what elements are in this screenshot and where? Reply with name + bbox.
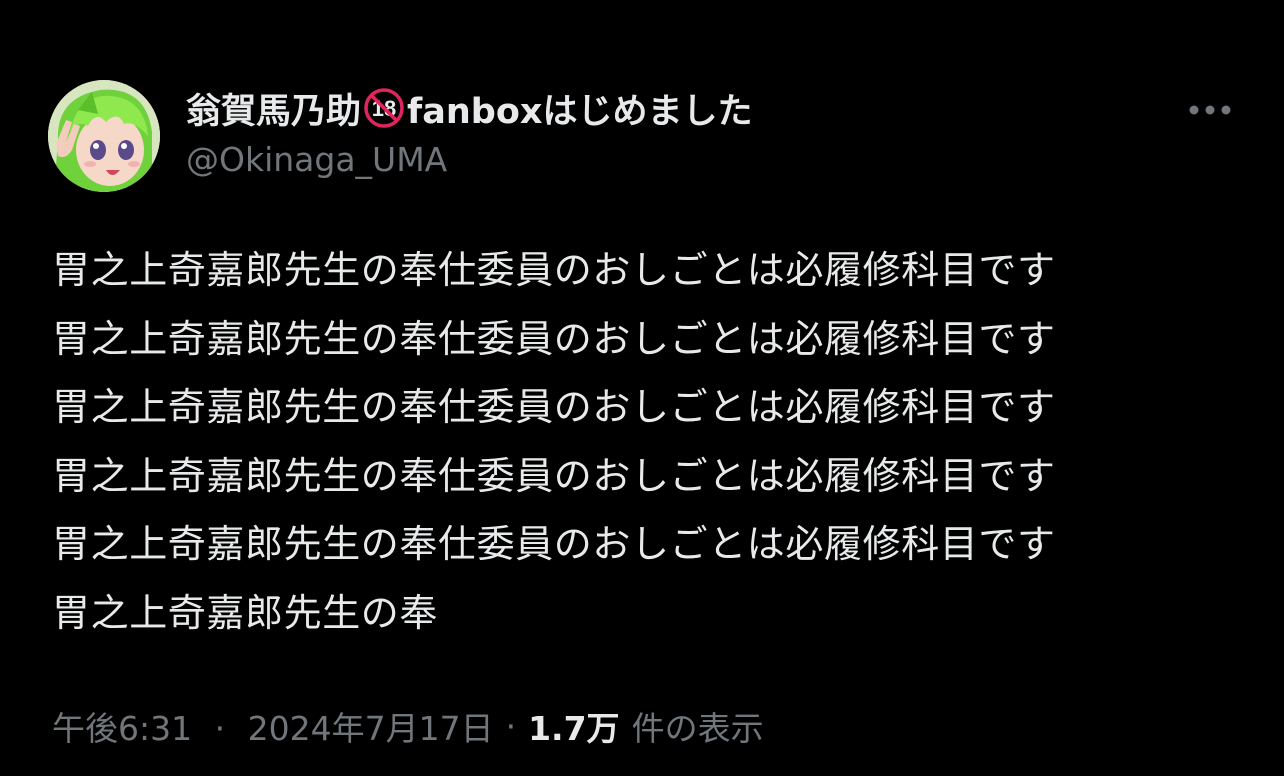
avatar-image [48, 80, 160, 192]
tweet-text-line: 胃之上奇嘉郎先生の奉仕委員のおしごとは必履修科目です [52, 522, 1056, 566]
tweet-text-line: 胃之上奇嘉郎先生の奉仕委員のおしごとは必履修科目です [52, 248, 1056, 292]
tweet-header: 翁賀馬乃助 18 fanboxはじめました @Okinaga_UMA [186, 82, 1204, 179]
tweet-text-line: 胃之上奇嘉郎先生の奉 [52, 590, 439, 635]
user-handle[interactable]: @Okinaga_UMA [186, 140, 1204, 179]
avatar[interactable] [48, 80, 160, 192]
tweet-text: 胃之上奇嘉郎先生の奉仕委員のおしごとは必履修科目です 胃之上奇嘉郎先生の奉仕委員… [52, 236, 1252, 647]
display-name-suffix[interactable]: fanboxはじめました [407, 83, 752, 134]
views-count[interactable]: 1.7万 [528, 702, 619, 750]
post-date: 2024年7月17日 [247, 709, 494, 748]
tweet-text-line: 胃之上奇嘉郎先生の奉仕委員のおしごとは必履修科目です [52, 453, 1056, 498]
no-under-18-icon: 18 [363, 87, 405, 129]
tweet-text-line: 胃之上奇嘉郎先生の奉仕委員のおしごとは必履修科目です [52, 385, 1056, 429]
tweet-text-line: 胃之上奇嘉郎先生の奉仕委員のおしごとは必履修科目です [52, 316, 1056, 361]
post-time: 午後6:31 [52, 709, 193, 748]
more-options-button[interactable] [1184, 92, 1236, 128]
display-name-row[interactable]: 翁賀馬乃助 18 fanboxはじめました [186, 82, 1204, 134]
display-name[interactable]: 翁賀馬乃助 [186, 83, 361, 134]
meta-separator: · [214, 709, 226, 748]
tweet-meta: 午後6:31 · 2024年7月17日 · 1.7万 件の表示 [52, 700, 764, 752]
meta-separator: · [505, 706, 517, 746]
more-horizontal-icon [1189, 105, 1231, 115]
timestamp-link[interactable]: 午後6:31 · 2024年7月17日 [52, 702, 494, 750]
views-label: 件の表示 [631, 709, 764, 748]
tweet: 翁賀馬乃助 18 fanboxはじめました @Okinaga_UMA 胃之上奇嘉… [0, 0, 1284, 776]
